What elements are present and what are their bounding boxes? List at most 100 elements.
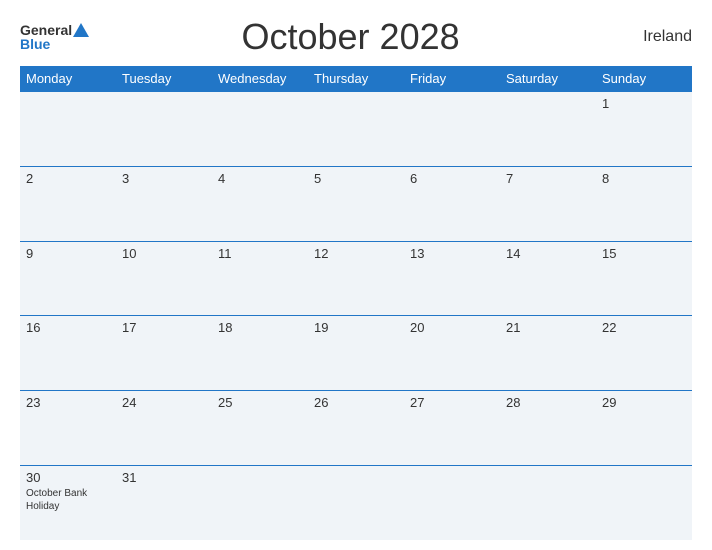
day-number: 30 [26,470,110,485]
logo-block: General Blue [20,23,89,51]
cell-w3-d2: 10 [116,241,212,316]
cell-w6-d5 [404,465,500,540]
cell-w1-d3 [212,92,308,167]
cell-w6-d3 [212,465,308,540]
logo-blue-text: Blue [20,37,89,51]
holiday-label: October Bank Holiday [26,487,110,513]
cell-w3-d3: 11 [212,241,308,316]
day-number: 21 [506,320,590,335]
cell-w2-d4: 5 [308,166,404,241]
logo-triangle-icon [73,23,89,37]
cell-w6-d4 [308,465,404,540]
cell-w4-d1: 16 [20,316,116,391]
day-number: 11 [218,246,302,261]
col-saturday: Saturday [500,66,596,92]
calendar: Monday Tuesday Wednesday Thursday Friday… [20,66,692,540]
day-number: 4 [218,171,302,186]
day-number: 17 [122,320,206,335]
day-number: 27 [410,395,494,410]
calendar-title: October 2028 [89,16,612,58]
cell-w5-d2: 24 [116,391,212,466]
cell-w5-d3: 25 [212,391,308,466]
day-number: 28 [506,395,590,410]
cell-w2-d5: 6 [404,166,500,241]
cell-w3-d4: 12 [308,241,404,316]
day-number: 23 [26,395,110,410]
week-row-2: 2345678 [20,166,692,241]
day-number: 29 [602,395,686,410]
day-number: 24 [122,395,206,410]
cell-w1-d4 [308,92,404,167]
cell-w4-d2: 17 [116,316,212,391]
cell-w3-d6: 14 [500,241,596,316]
col-wednesday: Wednesday [212,66,308,92]
cell-w4-d4: 19 [308,316,404,391]
cell-w2-d7: 8 [596,166,692,241]
day-number: 15 [602,246,686,261]
cell-w5-d4: 26 [308,391,404,466]
cell-w6-d7 [596,465,692,540]
cell-w2-d2: 3 [116,166,212,241]
day-number: 13 [410,246,494,261]
cell-w3-d1: 9 [20,241,116,316]
cell-w6-d1: 30 October Bank Holiday [20,465,116,540]
day-number: 14 [506,246,590,261]
country-label: Ireland [612,28,692,46]
day-number: 20 [410,320,494,335]
logo: General Blue [20,23,89,51]
day-number: 22 [602,320,686,335]
col-sunday: Sunday [596,66,692,92]
week-row-1: 1 [20,92,692,167]
cell-w2-d3: 4 [212,166,308,241]
header: General Blue October 2028 Ireland [20,16,692,58]
logo-general-text: General [20,23,72,37]
cell-w1-d6 [500,92,596,167]
cell-w1-d7: 1 [596,92,692,167]
day-number: 19 [314,320,398,335]
cell-w5-d7: 29 [596,391,692,466]
week-row-4: 16 17 18 19 20 21 22 [20,316,692,391]
cell-w3-d5: 13 [404,241,500,316]
cell-w6-d6 [500,465,596,540]
header-row: Monday Tuesday Wednesday Thursday Friday… [20,66,692,92]
calendar-table: Monday Tuesday Wednesday Thursday Friday… [20,66,692,540]
col-tuesday: Tuesday [116,66,212,92]
col-thursday: Thursday [308,66,404,92]
cell-w5-d5: 27 [404,391,500,466]
day-number: 2 [26,171,110,186]
day-number: 8 [602,171,686,186]
day-number: 6 [410,171,494,186]
cell-w4-d7: 22 [596,316,692,391]
cell-w5-d1: 23 [20,391,116,466]
day-number: 10 [122,246,206,261]
week-row-3: 9 10 11 12 13 14 15 [20,241,692,316]
cell-w4-d3: 18 [212,316,308,391]
day-number: 12 [314,246,398,261]
col-friday: Friday [404,66,500,92]
day-number: 18 [218,320,302,335]
day-number: 31 [122,470,206,485]
col-monday: Monday [20,66,116,92]
cell-w4-d6: 21 [500,316,596,391]
cell-w6-d2: 31 [116,465,212,540]
day-number: 3 [122,171,206,186]
cell-w1-d5 [404,92,500,167]
day-number: 7 [506,171,590,186]
day-number: 5 [314,171,398,186]
day-number: 16 [26,320,110,335]
cell-w5-d6: 28 [500,391,596,466]
day-number: 9 [26,246,110,261]
day-number: 1 [602,96,686,111]
cell-w2-d6: 7 [500,166,596,241]
calendar-body: 1234567891011121314151617181920212223242… [20,92,692,541]
cell-w4-d5: 20 [404,316,500,391]
cell-w2-d1: 2 [20,166,116,241]
cell-w1-d2 [116,92,212,167]
cell-w1-d1 [20,92,116,167]
day-number: 25 [218,395,302,410]
day-number: 26 [314,395,398,410]
cell-w3-d7: 15 [596,241,692,316]
calendar-header: Monday Tuesday Wednesday Thursday Friday… [20,66,692,92]
week-row-6: 30 October Bank Holiday 31 [20,465,692,540]
week-row-5: 23 24 25 26 27 28 29 [20,391,692,466]
